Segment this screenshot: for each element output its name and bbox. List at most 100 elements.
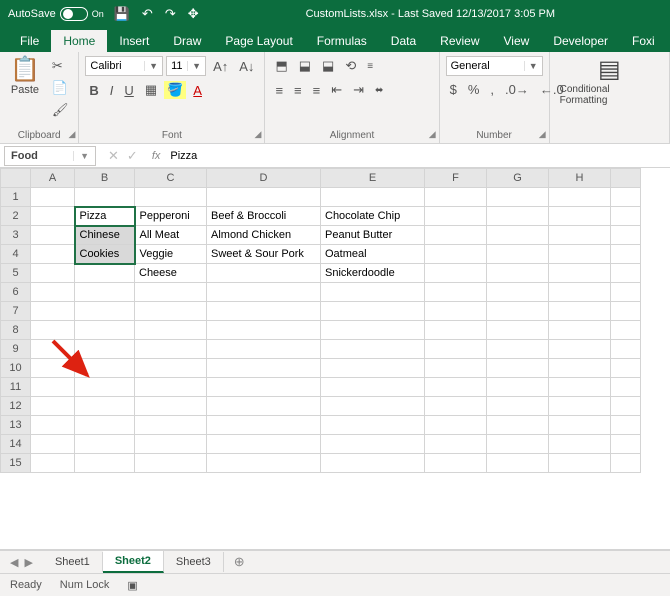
name-box[interactable]: ▼ (4, 146, 96, 166)
cell[interactable] (207, 359, 321, 378)
conditional-formatting-button[interactable]: ▤ Conditional Formatting (556, 56, 663, 108)
col-header[interactable]: A (31, 169, 75, 188)
cell[interactable] (487, 340, 549, 359)
row-header[interactable]: 9 (1, 340, 31, 359)
cell[interactable]: Chocolate Chip (321, 207, 425, 226)
row-header[interactable]: 4 (1, 245, 31, 264)
cell[interactable] (611, 207, 641, 226)
row-header[interactable]: 5 (1, 264, 31, 283)
cell[interactable] (425, 397, 487, 416)
cell[interactable] (549, 378, 611, 397)
cell[interactable] (207, 435, 321, 454)
cell[interactable] (207, 302, 321, 321)
cell[interactable] (75, 359, 135, 378)
cell[interactable] (207, 340, 321, 359)
dialog-launcher-icon[interactable]: ◢ (539, 129, 546, 140)
sheet-tab[interactable]: Sheet2 (103, 551, 164, 573)
font-color-icon[interactable]: A (189, 81, 206, 100)
tab-insert[interactable]: Insert (107, 30, 161, 52)
cell[interactable] (487, 264, 549, 283)
cell[interactable] (487, 188, 549, 207)
font-name-input[interactable] (86, 60, 144, 72)
cell[interactable] (75, 188, 135, 207)
cell[interactable] (487, 378, 549, 397)
chevron-down-icon[interactable]: ▼ (144, 61, 162, 71)
col-header[interactable]: D (207, 169, 321, 188)
font-size-combo[interactable]: ▼ (166, 56, 206, 76)
align-center-icon[interactable]: ≡ (290, 81, 306, 100)
cell[interactable] (207, 416, 321, 435)
row-header[interactable]: 7 (1, 302, 31, 321)
cell[interactable] (135, 435, 207, 454)
cell[interactable] (487, 302, 549, 321)
cell[interactable]: Chinese (75, 226, 135, 245)
cell[interactable] (31, 416, 75, 435)
cell[interactable] (425, 340, 487, 359)
cell[interactable] (135, 359, 207, 378)
cell[interactable] (611, 378, 641, 397)
cell[interactable] (31, 245, 75, 264)
cell[interactable] (135, 454, 207, 473)
cell[interactable]: Veggie (135, 245, 207, 264)
macro-record-icon[interactable]: ▣ (127, 579, 137, 592)
cell[interactable] (31, 207, 75, 226)
row-header[interactable]: 15 (1, 454, 31, 473)
cell[interactable] (31, 302, 75, 321)
chevron-down-icon[interactable]: ▼ (524, 61, 542, 71)
row-header[interactable]: 8 (1, 321, 31, 340)
cell[interactable] (321, 397, 425, 416)
row-header[interactable]: 10 (1, 359, 31, 378)
row-header[interactable]: 1 (1, 188, 31, 207)
cell[interactable] (75, 302, 135, 321)
cell[interactable] (425, 378, 487, 397)
cell[interactable] (487, 321, 549, 340)
format-painter-icon[interactable]: 🖌 (48, 100, 73, 120)
cell[interactable] (207, 188, 321, 207)
cell[interactable] (321, 454, 425, 473)
cell[interactable]: Pepperoni (135, 207, 207, 226)
percent-format-icon[interactable]: % (464, 80, 484, 99)
cell[interactable]: Cookies (75, 245, 135, 264)
formula-input[interactable] (166, 150, 670, 162)
cell[interactable] (31, 435, 75, 454)
cell[interactable]: Almond Chicken (207, 226, 321, 245)
align-top-icon[interactable]: ⬒ (271, 56, 291, 76)
cell[interactable] (31, 226, 75, 245)
cell[interactable] (75, 454, 135, 473)
row-header[interactable]: 6 (1, 283, 31, 302)
increase-decimal-icon[interactable]: .0→ (501, 80, 533, 99)
cell[interactable] (549, 283, 611, 302)
align-middle-icon[interactable]: ⬓ (295, 56, 315, 76)
cell[interactable] (487, 359, 549, 378)
cell[interactable]: Snickerdoodle (321, 264, 425, 283)
underline-button[interactable]: U (120, 81, 137, 100)
name-box-input[interactable] (5, 150, 73, 162)
cell[interactable] (75, 264, 135, 283)
undo-icon[interactable]: ↶ (142, 6, 153, 22)
select-all-corner[interactable] (1, 169, 31, 188)
cell[interactable] (321, 359, 425, 378)
cell[interactable] (425, 207, 487, 226)
dialog-launcher-icon[interactable]: ◢ (255, 129, 262, 140)
cell[interactable] (487, 283, 549, 302)
cell[interactable] (549, 359, 611, 378)
cell[interactable] (425, 302, 487, 321)
cell[interactable] (31, 340, 75, 359)
decrease-font-icon[interactable]: A↓ (235, 57, 258, 76)
chevron-down-icon[interactable]: ▼ (187, 61, 205, 71)
cell[interactable] (549, 435, 611, 454)
row-header[interactable]: 3 (1, 226, 31, 245)
cell[interactable] (31, 321, 75, 340)
tab-data[interactable]: Data (379, 30, 428, 52)
cell[interactable] (31, 264, 75, 283)
cell[interactable] (549, 245, 611, 264)
col-header[interactable] (611, 169, 641, 188)
redo-icon[interactable]: ↷ (165, 6, 176, 22)
row-header[interactable]: 11 (1, 378, 31, 397)
cell[interactable] (75, 416, 135, 435)
tab-formulas[interactable]: Formulas (305, 30, 379, 52)
cell[interactable] (611, 302, 641, 321)
cell[interactable] (611, 359, 641, 378)
spreadsheet-table[interactable]: A B C D E F G H 12PizzaPepperoniBeef & B… (0, 168, 641, 473)
cell[interactable]: All Meat (135, 226, 207, 245)
